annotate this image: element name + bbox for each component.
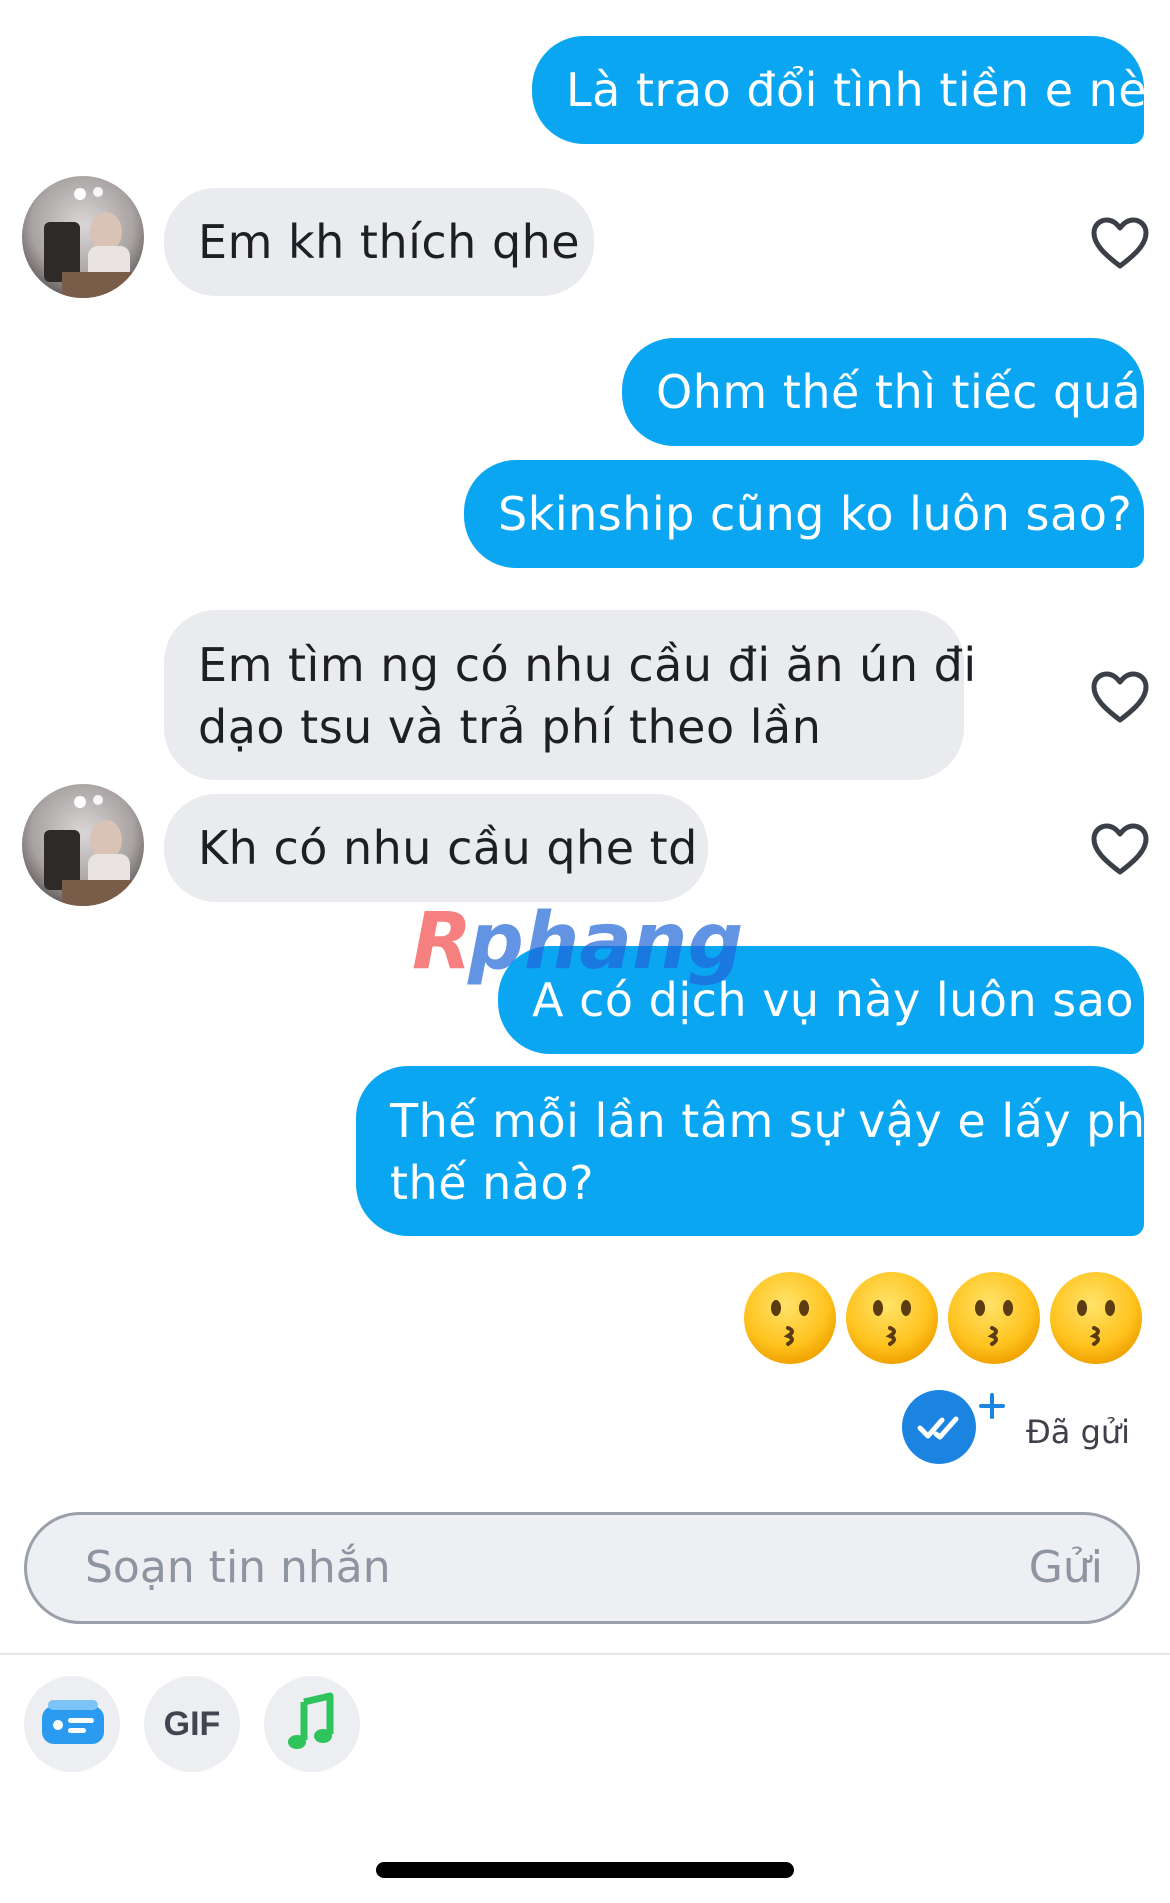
outgoing-message[interactable]: Skinship cũng ko luôn sao? <box>464 460 1144 568</box>
message-text: Ohm thế thì tiếc quá <box>656 365 1142 419</box>
message-text: Em kh thích qhe <box>198 215 581 269</box>
heart-icon[interactable] <box>1090 670 1150 724</box>
heart-icon[interactable] <box>1090 216 1150 270</box>
avatar[interactable] <box>22 176 144 298</box>
gif-button[interactable]: GIF <box>144 1676 240 1772</box>
send-button[interactable]: Gửi <box>1029 1537 1103 1599</box>
emoji-message[interactable] <box>742 1270 1146 1370</box>
incoming-message[interactable]: Em kh thích qhe <box>164 188 594 296</box>
message-text: Em tìm ng có nhu cầu đi ăn ún đi <box>198 638 977 692</box>
message-text: A có dịch vụ này luôn sao <box>532 973 1135 1027</box>
outgoing-message[interactable]: Ohm thế thì tiếc quá <box>622 338 1144 446</box>
message-text: Skinship cũng ko luôn sao? <box>498 487 1133 541</box>
gif-icon: GIF <box>163 1705 221 1743</box>
chat-screen: Là trao đổi tình tiền e nè Em kh thích q… <box>0 0 1170 1903</box>
card-button[interactable] <box>24 1676 120 1772</box>
kissing-face-icon <box>744 1272 836 1364</box>
home-indicator <box>376 1862 794 1878</box>
music-button[interactable] <box>264 1676 360 1772</box>
message-text: Kh có nhu cầu qhe td <box>198 821 698 875</box>
svg-text:R: R <box>412 897 472 987</box>
plus-icon[interactable] <box>978 1392 1006 1420</box>
message-composer: Gửi <box>24 1512 1140 1624</box>
message-text: Thế mỗi lần tâm sự vậy e lấy phí <box>390 1094 1159 1148</box>
heart-icon[interactable] <box>1090 822 1150 876</box>
outgoing-message[interactable]: A có dịch vụ này luôn sao <box>498 946 1144 1054</box>
avatar[interactable] <box>22 784 144 906</box>
kissing-face-icon <box>948 1272 1040 1364</box>
kissing-face-icon <box>1050 1272 1142 1364</box>
double-check-icon <box>902 1390 976 1464</box>
message-input[interactable] <box>85 1537 885 1599</box>
incoming-message[interactable]: Em tìm ng có nhu cầu đi ăn ún đi dạo tsu… <box>164 610 977 780</box>
incoming-message[interactable]: Kh có nhu cầu qhe td <box>164 794 708 902</box>
message-text: Là trao đổi tình tiền e nè <box>566 63 1148 117</box>
music-note-icon <box>288 1692 334 1749</box>
kissing-face-icon <box>846 1272 938 1364</box>
message-text: thế nào? <box>390 1156 595 1210</box>
card-icon <box>42 1700 104 1744</box>
outgoing-message[interactable]: Là trao đổi tình tiền e nè <box>532 36 1148 144</box>
message-text: dạo tsu và trả phí theo lần <box>198 700 822 754</box>
outgoing-message[interactable]: Thế mỗi lần tâm sự vậy e lấy phí thế nào… <box>356 1066 1159 1236</box>
sent-status: Đã gửi <box>1026 1413 1131 1451</box>
divider <box>0 1653 1170 1655</box>
